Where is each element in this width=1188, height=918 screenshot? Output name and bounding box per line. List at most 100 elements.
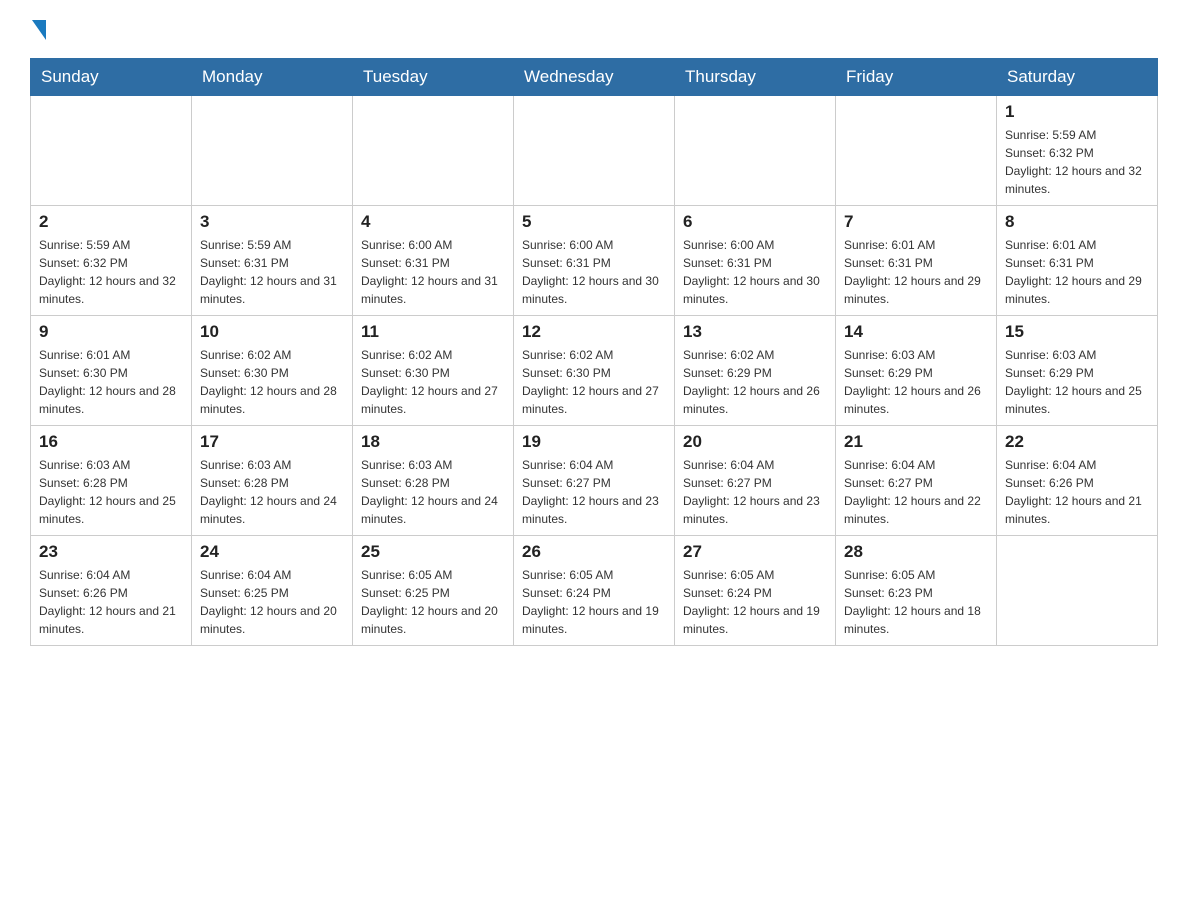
calendar-week-row: 23 Sunrise: 6:04 AMSunset: 6:26 PMDayligh… <box>31 536 1158 646</box>
day-info: Sunrise: 6:04 AMSunset: 6:26 PMDaylight:… <box>1005 456 1149 528</box>
day-info: Sunrise: 6:04 AMSunset: 6:27 PMDaylight:… <box>844 456 988 528</box>
day-number: 16 <box>39 432 183 452</box>
day-number: 14 <box>844 322 988 342</box>
calendar-cell: 14 Sunrise: 6:03 AMSunset: 6:29 PMDayligh… <box>836 316 997 426</box>
calendar-cell: 24 Sunrise: 6:04 AMSunset: 6:25 PMDayligh… <box>192 536 353 646</box>
calendar-cell: 15 Sunrise: 6:03 AMSunset: 6:29 PMDayligh… <box>997 316 1158 426</box>
day-number: 24 <box>200 542 344 562</box>
day-info: Sunrise: 6:05 AMSunset: 6:23 PMDaylight:… <box>844 566 988 638</box>
day-number: 19 <box>522 432 666 452</box>
day-info: Sunrise: 6:02 AMSunset: 6:30 PMDaylight:… <box>200 346 344 418</box>
calendar-cell: 19 Sunrise: 6:04 AMSunset: 6:27 PMDayligh… <box>514 426 675 536</box>
day-info: Sunrise: 6:00 AMSunset: 6:31 PMDaylight:… <box>683 236 827 308</box>
day-info: Sunrise: 6:05 AMSunset: 6:24 PMDaylight:… <box>522 566 666 638</box>
day-number: 8 <box>1005 212 1149 232</box>
weekday-header-monday: Monday <box>192 59 353 96</box>
calendar-cell: 10 Sunrise: 6:02 AMSunset: 6:30 PMDayligh… <box>192 316 353 426</box>
day-number: 13 <box>683 322 827 342</box>
logo-general <box>30 20 46 42</box>
day-number: 9 <box>39 322 183 342</box>
day-info: Sunrise: 6:03 AMSunset: 6:29 PMDaylight:… <box>844 346 988 418</box>
day-info: Sunrise: 6:04 AMSunset: 6:27 PMDaylight:… <box>522 456 666 528</box>
day-number: 23 <box>39 542 183 562</box>
calendar-cell: 2 Sunrise: 5:59 AMSunset: 6:32 PMDaylight… <box>31 206 192 316</box>
day-number: 21 <box>844 432 988 452</box>
weekday-header-sunday: Sunday <box>31 59 192 96</box>
calendar-cell: 9 Sunrise: 6:01 AMSunset: 6:30 PMDaylight… <box>31 316 192 426</box>
day-number: 2 <box>39 212 183 232</box>
calendar-cell: 7 Sunrise: 6:01 AMSunset: 6:31 PMDaylight… <box>836 206 997 316</box>
day-info: Sunrise: 6:03 AMSunset: 6:29 PMDaylight:… <box>1005 346 1149 418</box>
day-info: Sunrise: 6:00 AMSunset: 6:31 PMDaylight:… <box>522 236 666 308</box>
calendar-cell: 17Sunrise: 6:03 AMSunset: 6:28 PMDayligh… <box>192 426 353 536</box>
day-number: 18 <box>361 432 505 452</box>
calendar-cell <box>675 96 836 206</box>
page-header <box>30 20 1158 38</box>
day-number: 22 <box>1005 432 1149 452</box>
calendar-cell <box>997 536 1158 646</box>
calendar-week-row: 1 Sunrise: 5:59 AMSunset: 6:32 PMDaylight… <box>31 96 1158 206</box>
calendar-cell: 3 Sunrise: 5:59 AMSunset: 6:31 PMDaylight… <box>192 206 353 316</box>
calendar-cell: 27 Sunrise: 6:05 AMSunset: 6:24 PMDayligh… <box>675 536 836 646</box>
day-number: 20 <box>683 432 827 452</box>
day-info: Sunrise: 6:01 AMSunset: 6:31 PMDaylight:… <box>1005 236 1149 308</box>
calendar-cell: 13 Sunrise: 6:02 AMSunset: 6:29 PMDayligh… <box>675 316 836 426</box>
calendar-cell: 26 Sunrise: 6:05 AMSunset: 6:24 PMDayligh… <box>514 536 675 646</box>
calendar-cell <box>192 96 353 206</box>
calendar-cell: 12 Sunrise: 6:02 AMSunset: 6:30 PMDayligh… <box>514 316 675 426</box>
day-info: Sunrise: 6:03 AMSunset: 6:28 PMDaylight:… <box>361 456 505 528</box>
calendar-cell: 6 Sunrise: 6:00 AMSunset: 6:31 PMDaylight… <box>675 206 836 316</box>
day-info: Sunrise: 6:00 AMSunset: 6:31 PMDaylight:… <box>361 236 505 308</box>
day-info: Sunrise: 6:04 AMSunset: 6:25 PMDaylight:… <box>200 566 344 638</box>
calendar-cell: 22 Sunrise: 6:04 AMSunset: 6:26 PMDayligh… <box>997 426 1158 536</box>
calendar-table: SundayMondayTuesdayWednesdayThursdayFrid… <box>30 58 1158 646</box>
day-info: Sunrise: 6:02 AMSunset: 6:29 PMDaylight:… <box>683 346 827 418</box>
day-info: Sunrise: 6:04 AMSunset: 6:27 PMDaylight:… <box>683 456 827 528</box>
calendar-cell: 4Sunrise: 6:00 AMSunset: 6:31 PMDaylight… <box>353 206 514 316</box>
day-info: Sunrise: 5:59 AMSunset: 6:32 PMDaylight:… <box>39 236 183 308</box>
logo <box>30 20 46 38</box>
calendar-cell: 8 Sunrise: 6:01 AMSunset: 6:31 PMDaylight… <box>997 206 1158 316</box>
day-number: 3 <box>200 212 344 232</box>
weekday-header-row: SundayMondayTuesdayWednesdayThursdayFrid… <box>31 59 1158 96</box>
day-number: 6 <box>683 212 827 232</box>
day-number: 11 <box>361 322 505 342</box>
calendar-cell: 5 Sunrise: 6:00 AMSunset: 6:31 PMDaylight… <box>514 206 675 316</box>
calendar-week-row: 2 Sunrise: 5:59 AMSunset: 6:32 PMDaylight… <box>31 206 1158 316</box>
day-info: Sunrise: 5:59 AMSunset: 6:32 PMDaylight:… <box>1005 126 1149 198</box>
calendar-cell: 25Sunrise: 6:05 AMSunset: 6:25 PMDayligh… <box>353 536 514 646</box>
day-info: Sunrise: 6:01 AMSunset: 6:31 PMDaylight:… <box>844 236 988 308</box>
calendar-cell: 21 Sunrise: 6:04 AMSunset: 6:27 PMDayligh… <box>836 426 997 536</box>
calendar-cell: 18 Sunrise: 6:03 AMSunset: 6:28 PMDayligh… <box>353 426 514 536</box>
day-number: 7 <box>844 212 988 232</box>
logo-triangle-icon <box>32 20 46 40</box>
day-info: Sunrise: 6:03 AMSunset: 6:28 PMDaylight:… <box>200 456 344 528</box>
day-number: 12 <box>522 322 666 342</box>
calendar-week-row: 9 Sunrise: 6:01 AMSunset: 6:30 PMDaylight… <box>31 316 1158 426</box>
weekday-header-friday: Friday <box>836 59 997 96</box>
day-info: Sunrise: 6:02 AMSunset: 6:30 PMDaylight:… <box>522 346 666 418</box>
calendar-cell <box>514 96 675 206</box>
day-number: 5 <box>522 212 666 232</box>
calendar-cell: 1 Sunrise: 5:59 AMSunset: 6:32 PMDaylight… <box>997 96 1158 206</box>
day-number: 15 <box>1005 322 1149 342</box>
day-info: Sunrise: 6:05 AMSunset: 6:24 PMDaylight:… <box>683 566 827 638</box>
calendar-week-row: 16 Sunrise: 6:03 AMSunset: 6:28 PMDayligh… <box>31 426 1158 536</box>
day-info: Sunrise: 6:03 AMSunset: 6:28 PMDaylight:… <box>39 456 183 528</box>
day-number: 1 <box>1005 102 1149 122</box>
calendar-cell <box>31 96 192 206</box>
day-info: Sunrise: 5:59 AMSunset: 6:31 PMDaylight:… <box>200 236 344 308</box>
day-number: 27 <box>683 542 827 562</box>
day-info: Sunrise: 6:01 AMSunset: 6:30 PMDaylight:… <box>39 346 183 418</box>
weekday-header-tuesday: Tuesday <box>353 59 514 96</box>
calendar-cell: 23 Sunrise: 6:04 AMSunset: 6:26 PMDayligh… <box>31 536 192 646</box>
day-number: 26 <box>522 542 666 562</box>
calendar-cell <box>836 96 997 206</box>
day-info: Sunrise: 6:02 AMSunset: 6:30 PMDaylight:… <box>361 346 505 418</box>
day-info: Sunrise: 6:04 AMSunset: 6:26 PMDaylight:… <box>39 566 183 638</box>
day-info: Sunrise: 6:05 AMSunset: 6:25 PMDaylight:… <box>361 566 505 638</box>
calendar-cell: 20 Sunrise: 6:04 AMSunset: 6:27 PMDayligh… <box>675 426 836 536</box>
day-number: 10 <box>200 322 344 342</box>
weekday-header-thursday: Thursday <box>675 59 836 96</box>
weekday-header-wednesday: Wednesday <box>514 59 675 96</box>
